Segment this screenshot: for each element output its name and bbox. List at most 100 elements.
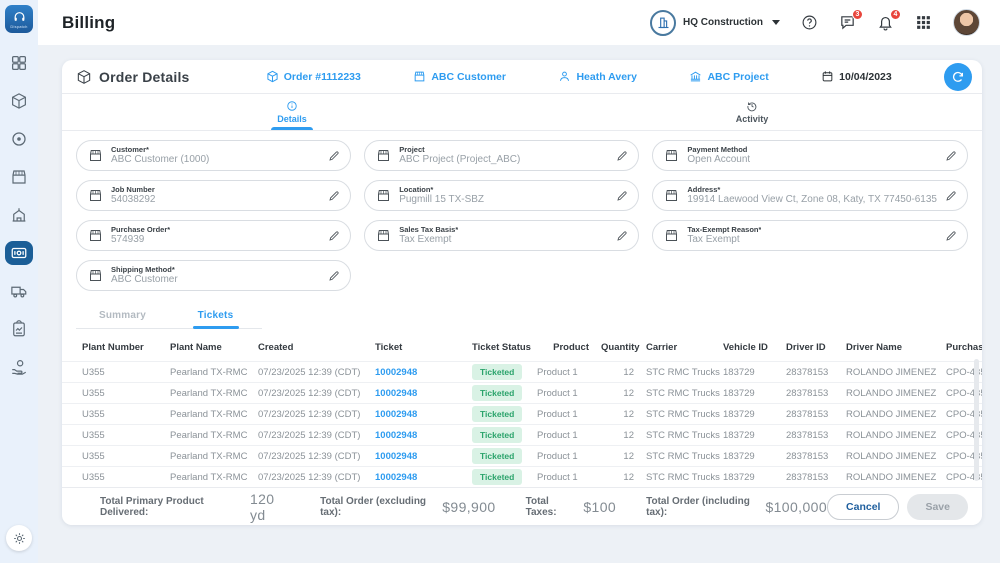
form-field[interactable]: Project ABC Project (Project_ABC) [364, 140, 639, 171]
edit-pencil-icon[interactable] [616, 150, 628, 162]
apps-grid-icon [915, 14, 932, 31]
total-value: $100 [583, 499, 616, 515]
cell-product: Product 1 [537, 409, 601, 420]
cell-driver-id: 28378153 [786, 409, 846, 420]
edit-pencil-icon[interactable] [616, 190, 628, 202]
chevron-down-icon [772, 20, 780, 25]
cell-plant-name: Pearland TX-RMC [170, 388, 258, 399]
field-text: Tax-Exempt Reason* Tax Exempt [687, 225, 761, 247]
tab-activity[interactable]: Activity [522, 94, 982, 130]
field-text: Purchase Order* 574939 [111, 225, 170, 247]
field-text: Address* 19914 Laewood View Ct, Zone 08,… [687, 185, 937, 207]
dashboard-icon [10, 54, 28, 72]
project-bank-icon [689, 70, 702, 83]
cell-quantity: 12 [601, 430, 646, 441]
form-field[interactable]: Payment Method Open Account [652, 140, 968, 171]
ticket-link[interactable]: 10002948 [375, 409, 472, 420]
order-header: Order Details Order #1112233 ABC Custome… [62, 60, 982, 94]
project-link[interactable]: ABC Project [689, 70, 768, 83]
field-value: 574939 [111, 234, 170, 247]
billing-icon [10, 244, 28, 262]
form-field[interactable]: Customer* ABC Customer (1000) [76, 140, 351, 171]
sidebar-item-billing[interactable] [5, 241, 33, 265]
edit-pencil-icon[interactable] [945, 230, 957, 242]
order-number-link[interactable]: Order #1112233 [266, 70, 361, 83]
feedback-button[interactable]: 3 [839, 14, 856, 31]
form-field[interactable]: Job Number 54038292 [76, 180, 351, 211]
cell-status: Ticketed [472, 385, 537, 401]
form-field[interactable]: Shipping Method* ABC Customer [76, 260, 351, 291]
ticket-link[interactable]: 10002948 [375, 430, 472, 441]
cell-created: 07/23/2025 12:39 (CDT) [258, 388, 375, 399]
user-link[interactable]: Heath Avery [558, 70, 637, 83]
cell-plant-name: Pearland TX-RMC [170, 430, 258, 441]
edit-pencil-icon[interactable] [328, 230, 340, 242]
edit-pencil-icon[interactable] [616, 230, 628, 242]
column-header: Quantity [601, 342, 646, 353]
cell-status: Ticketed [472, 406, 537, 422]
form-field[interactable]: Location* Pugmill 15 TX-SBZ [364, 180, 639, 211]
refresh-button[interactable] [944, 63, 972, 91]
sidebar-item-customers[interactable] [5, 165, 33, 189]
sidebar-item-reports[interactable] [5, 317, 33, 341]
total-item: Total Order (excluding tax): $99,900 [320, 496, 496, 518]
edit-pencil-icon[interactable] [328, 150, 340, 162]
storefront-icon [664, 188, 679, 203]
field-text: Shipping Method* ABC Customer [111, 265, 178, 287]
tab-details[interactable]: Details [62, 94, 522, 130]
cell-plant-name: Pearland TX-RMC [170, 472, 258, 483]
tab-tickets[interactable]: Tickets [169, 303, 262, 328]
column-header: Created [258, 342, 375, 353]
ticket-link[interactable]: 10002948 [375, 367, 472, 378]
page-title: Billing [62, 13, 115, 33]
total-label: Total Order (including tax): [646, 496, 755, 518]
ticket-link[interactable]: 10002948 [375, 451, 472, 462]
edit-pencil-icon[interactable] [945, 150, 957, 162]
ticket-link[interactable]: 10002948 [375, 388, 472, 399]
edit-pencil-icon[interactable] [328, 190, 340, 202]
table-row: U355 Pearland TX-RMC 07/23/2025 12:39 (C… [62, 403, 982, 424]
field-label: Shipping Method* [111, 265, 178, 274]
field-label: Job Number [111, 185, 156, 194]
table-scrollbar[interactable] [974, 359, 979, 481]
edit-pencil-icon[interactable] [945, 190, 957, 202]
sidebar-item-plants[interactable] [5, 203, 33, 227]
cancel-button[interactable]: Cancel [827, 494, 899, 520]
form-field[interactable]: Purchase Order* 574939 [76, 220, 351, 251]
sidebar-item-orders[interactable] [5, 89, 33, 113]
tab-summary[interactable]: Summary [76, 303, 169, 328]
sidebar-item-trucks[interactable] [5, 279, 33, 303]
org-selector[interactable]: HQ Construction [650, 10, 780, 36]
form-field[interactable]: Tax-Exempt Reason* Tax Exempt [652, 220, 968, 251]
apps-grid-button[interactable] [915, 14, 932, 31]
customer-link[interactable]: ABC Customer [413, 70, 506, 83]
cell-created: 07/23/2025 12:39 (CDT) [258, 367, 375, 378]
totals-list: Total Primary Product Delivered: 120 yd … [100, 491, 827, 523]
form-field[interactable]: Address* 19914 Laewood View Ct, Zone 08,… [652, 180, 968, 211]
status-badge: Ticketed [472, 364, 522, 380]
notifications-button[interactable]: 4 [877, 14, 894, 31]
sidebar-item-tracking[interactable] [5, 127, 33, 151]
save-button[interactable]: Save [907, 494, 968, 520]
refresh-icon [951, 70, 965, 84]
field-text: Sales Tax Basis* Tax Exempt [399, 225, 458, 247]
user-avatar[interactable] [953, 9, 980, 36]
edit-pencil-icon[interactable] [328, 270, 340, 282]
sidebar-item-dashboard[interactable] [5, 51, 33, 75]
settings-button[interactable] [6, 525, 32, 551]
help-button[interactable] [801, 14, 818, 31]
ticket-link[interactable]: 10002948 [375, 472, 472, 483]
storefront-icon [10, 168, 28, 186]
cell-product: Product 1 [537, 367, 601, 378]
storefront-icon [413, 70, 426, 83]
field-label: Purchase Order* [111, 225, 170, 234]
column-header: Carrier [646, 342, 723, 353]
app-logo[interactable]: Dispatch [5, 5, 33, 33]
cell-driver-name: ROLANDO JIMENEZ [846, 472, 946, 483]
form-field[interactable]: Sales Tax Basis* Tax Exempt [364, 220, 639, 251]
field-label: Payment Method [687, 145, 750, 154]
field-label: Project [399, 145, 520, 154]
totals-footer: Total Primary Product Delivered: 120 yd … [62, 487, 982, 525]
cell-driver-id: 28378153 [786, 430, 846, 441]
sidebar-item-payments[interactable] [5, 355, 33, 379]
